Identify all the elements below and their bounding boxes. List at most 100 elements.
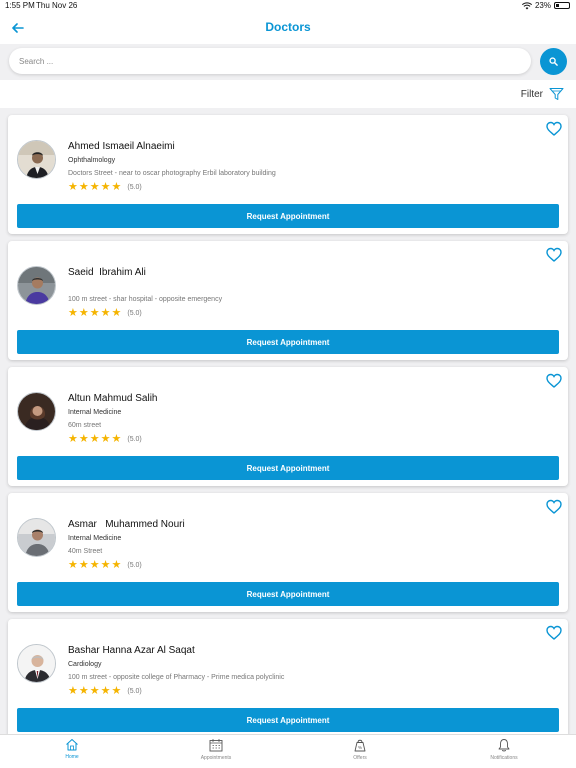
filter-icon (549, 88, 564, 100)
filter-label: Filter (520, 88, 543, 100)
status-bar: 1:55 PM Thu Nov 26 23% (0, 0, 576, 12)
doctor-specialty: Ophthalmology (68, 157, 116, 164)
tab-notifications[interactable]: Notifications (474, 738, 534, 761)
doctor-rating: ★ ★ ★ ★ ★ (5.0) (68, 182, 142, 193)
doctor-avatar (17, 518, 56, 557)
star-icon: ★ (100, 181, 111, 193)
calendar-icon (209, 739, 223, 752)
tab-home[interactable]: Home (42, 738, 102, 760)
doctor-avatar (17, 266, 56, 305)
rating-value: (5.0) (127, 436, 142, 443)
doctor-rating: ★ ★ ★ ★ ★ (5.0) (68, 308, 142, 319)
wifi-icon (521, 1, 532, 9)
doctor-card[interactable]: Ahmed Ismaeil Alnaeimi Ophthalmology Doc… (8, 115, 568, 234)
offers-icon: % (354, 739, 366, 752)
star-icon: ★ (111, 685, 122, 697)
star-icon: ★ (89, 685, 100, 697)
request-appointment-button[interactable]: Request Appointment (17, 204, 559, 228)
star-icon: ★ (111, 181, 122, 193)
filter-bar: Filter (0, 80, 576, 108)
battery-percent: 23% (534, 1, 551, 10)
tab-label: Home (65, 754, 79, 760)
battery-icon (554, 2, 570, 9)
star-icon: ★ (100, 559, 111, 571)
star-icon: ★ (100, 685, 111, 697)
doctor-specialty: Cardiology (68, 661, 102, 668)
star-icon: ★ (111, 307, 122, 319)
doctor-address: 100 m street - opposite college of Pharm… (68, 674, 285, 681)
favorite-heart-icon[interactable] (546, 121, 562, 137)
doctor-card[interactable]: Saeid Ibrahim Ali 100 m street - shar ho… (8, 241, 568, 360)
home-icon (66, 739, 78, 751)
rating-value: (5.0) (127, 310, 142, 317)
star-icon: ★ (78, 181, 89, 193)
doctor-name: Bashar Hanna Azar Al Saqat (68, 645, 195, 656)
rating-value: (5.0) (127, 688, 142, 695)
status-date: Thu Nov 26 (36, 1, 78, 10)
doctor-address: 100 m street - shar hospital - opposite … (68, 296, 223, 303)
favorite-heart-icon[interactable] (546, 373, 562, 389)
doctor-rating: ★ ★ ★ ★ ★ (5.0) (68, 686, 142, 697)
star-icon: ★ (78, 685, 89, 697)
doctor-specialty: Internal Medicine (68, 535, 122, 542)
search-bar (0, 44, 576, 80)
filter-button[interactable]: Filter (521, 87, 564, 101)
tab-label: Notifications (490, 755, 518, 761)
star-icon: ★ (78, 559, 89, 571)
star-icon: ★ (89, 433, 100, 445)
search-input[interactable] (9, 48, 531, 74)
star-icon: ★ (78, 307, 89, 319)
svg-text:%: % (358, 745, 362, 750)
doctor-address: 60m street (68, 422, 102, 429)
star-icon: ★ (89, 181, 100, 193)
star-icon: ★ (78, 433, 89, 445)
rating-value: (5.0) (127, 184, 142, 191)
favorite-heart-icon[interactable] (546, 625, 562, 641)
doctor-address: 40m Street (68, 548, 103, 555)
doctor-card[interactable]: Asmar Muhammed Nouri Internal Medicine 4… (8, 493, 568, 612)
tab-label: Appointments (200, 755, 232, 761)
star-icon: ★ (68, 433, 78, 445)
bell-icon (498, 739, 510, 752)
star-icon: ★ (89, 307, 100, 319)
star-icon: ★ (89, 559, 100, 571)
favorite-heart-icon[interactable] (546, 499, 562, 515)
doctor-rating: ★ ★ ★ ★ ★ (5.0) (68, 434, 142, 445)
search-icon (549, 57, 558, 66)
doctor-list: Ahmed Ismaeil Alnaeimi Ophthalmology Doc… (0, 110, 576, 734)
star-icon: ★ (111, 433, 122, 445)
rating-value: (5.0) (127, 562, 142, 569)
doctor-rating: ★ ★ ★ ★ ★ (5.0) (68, 560, 142, 571)
doctor-avatar (17, 392, 56, 431)
page-title: Doctors (265, 20, 311, 34)
status-time: 1:55 PM (5, 1, 35, 10)
doctor-card[interactable]: Altun Mahmud Salih Internal Medicine 60m… (8, 367, 568, 486)
star-icon: ★ (68, 559, 78, 571)
request-appointment-button[interactable]: Request Appointment (17, 708, 559, 732)
tab-offers[interactable]: % Offers (330, 738, 390, 761)
star-icon: ★ (68, 181, 78, 193)
star-icon: ★ (111, 559, 122, 571)
doctor-name: Asmar Muhammed Nouri (68, 519, 185, 530)
doctor-name: Altun Mahmud Salih (68, 393, 158, 404)
status-right: 23% (521, 1, 570, 10)
request-appointment-button[interactable]: Request Appointment (17, 456, 559, 480)
doctor-avatar (17, 644, 56, 683)
request-appointment-button[interactable]: Request Appointment (17, 330, 559, 354)
search-button[interactable] (540, 48, 567, 75)
doctor-name: Saeid Ibrahim Ali (68, 267, 146, 278)
request-appointment-button[interactable]: Request Appointment (17, 582, 559, 606)
tab-label: Offers (353, 755, 367, 761)
doctor-name: Ahmed Ismaeil Alnaeimi (68, 141, 175, 152)
doctor-address: Doctors Street - near to oscar photograp… (68, 170, 276, 177)
bottom-tab-bar: Home Appointments % Offers Notifications (0, 734, 576, 768)
star-icon: ★ (68, 685, 78, 697)
tab-appointments[interactable]: Appointments (186, 738, 246, 761)
favorite-heart-icon[interactable] (546, 247, 562, 263)
star-icon: ★ (100, 307, 111, 319)
doctor-specialty: Internal Medicine (68, 409, 122, 416)
doctor-card[interactable]: Bashar Hanna Azar Al Saqat Cardiology 10… (8, 619, 568, 734)
doctor-avatar (17, 140, 56, 179)
star-icon: ★ (68, 307, 78, 319)
star-icon: ★ (100, 433, 111, 445)
